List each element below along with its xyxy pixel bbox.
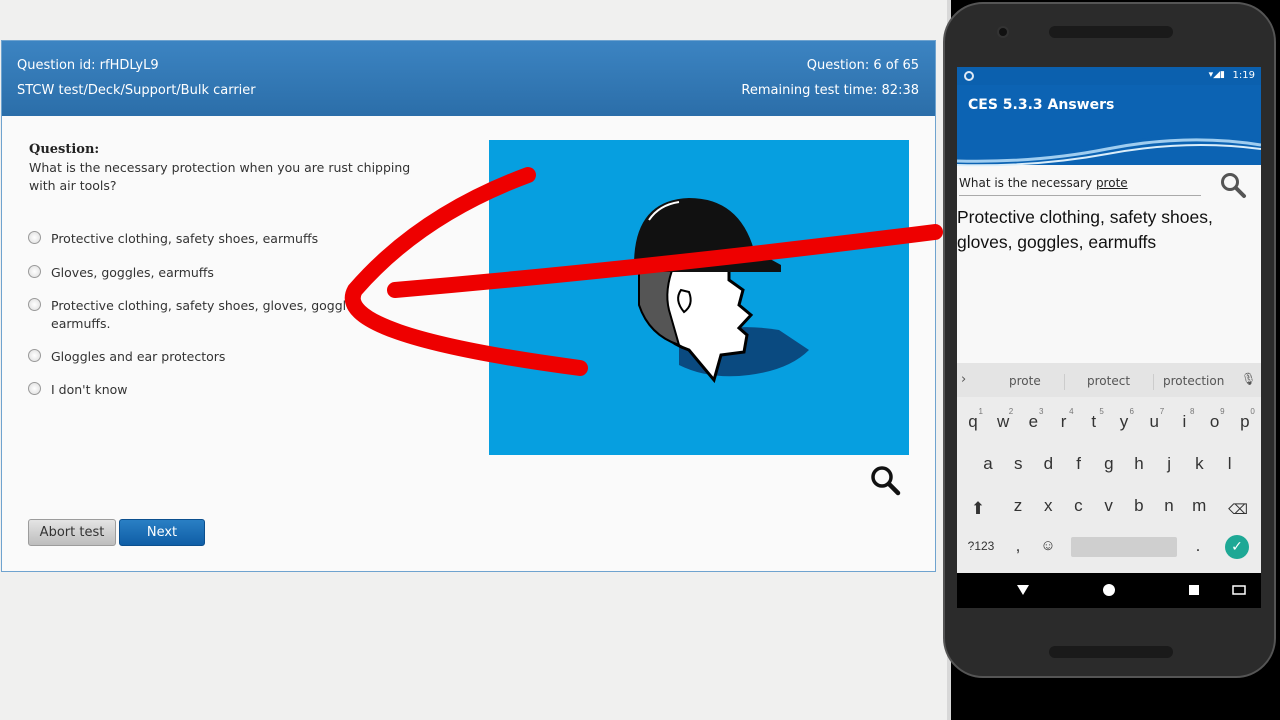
option-label: Gloggles and ear protectors — [51, 349, 226, 364]
key-hint: 7 — [1159, 407, 1165, 416]
test-panel: Question id: rfHDLyL9 STCW test/Deck/Sup… — [1, 40, 936, 572]
key-hint: 9 — [1220, 407, 1225, 416]
zoom-icon[interactable] — [868, 463, 902, 497]
space-bar[interactable] — [1071, 537, 1177, 557]
search-text-composing: prote — [1095, 176, 1128, 190]
soft-keyboard: › prote protect protection 🎙 q1w2e3r4t5y… — [957, 363, 1261, 573]
home-icon[interactable] — [1103, 584, 1115, 596]
question-text: What is the necessary protection when yo… — [29, 160, 411, 193]
header-wave — [957, 127, 1261, 167]
emoji-icon[interactable]: ☺ — [1035, 529, 1061, 563]
key-o[interactable]: o9 — [1202, 405, 1228, 439]
search-text: What is the necessary — [959, 176, 1096, 190]
key-hint: 8 — [1189, 407, 1195, 416]
key-k[interactable]: k — [1186, 447, 1212, 481]
key-g[interactable]: g — [1096, 447, 1122, 481]
period-key[interactable]: . — [1185, 529, 1211, 563]
remaining-time: Remaining test time: 82:38 — [741, 83, 919, 98]
top-speaker — [1049, 26, 1173, 38]
key-u[interactable]: u7 — [1141, 405, 1167, 439]
abort-test-button[interactable]: Abort test — [28, 519, 116, 546]
question-picture — [489, 140, 909, 455]
key-hint: 4 — [1069, 407, 1074, 416]
key-i[interactable]: i8 — [1171, 405, 1197, 439]
test-path: STCW test/Deck/Support/Bulk carrier — [17, 83, 256, 98]
enter-check-icon[interactable]: ✓ — [1225, 535, 1249, 559]
question-label: Question: — [29, 142, 100, 157]
option-label: I don't know — [51, 382, 128, 397]
recents-icon[interactable] — [1189, 585, 1199, 595]
key-s[interactable]: s — [1005, 447, 1031, 481]
option-label: Protective clothing, safety shoes, glove… — [51, 298, 365, 331]
option-label: Gloves, goggles, earmuffs — [51, 265, 214, 280]
question-counter: Question: 6 of 65 — [806, 58, 919, 73]
radio-button[interactable] — [28, 265, 41, 278]
key-x[interactable]: x — [1035, 489, 1061, 523]
key-t[interactable]: t5 — [1081, 405, 1107, 439]
key-p[interactable]: p0 — [1232, 405, 1258, 439]
key-j[interactable]: j — [1156, 447, 1182, 481]
radio-button[interactable] — [28, 231, 41, 244]
radio-button[interactable] — [28, 382, 41, 395]
status-bar: ▾◢▮ 1:19 — [957, 67, 1261, 85]
keyboard-icon[interactable] — [1232, 585, 1246, 595]
signal-battery-icon: ▾◢▮ — [1208, 70, 1225, 80]
key-hint: 2 — [1008, 407, 1014, 416]
key-z[interactable]: z — [1005, 489, 1031, 523]
key-l[interactable]: l — [1217, 447, 1243, 481]
key-r[interactable]: r4 — [1051, 405, 1077, 439]
key-hint: 5 — [1099, 407, 1104, 416]
suggestion[interactable]: protect — [1087, 374, 1130, 388]
key-b[interactable]: b — [1126, 489, 1152, 523]
comma-key[interactable]: , — [1005, 529, 1031, 563]
suggestion-strip: › prote protect protection 🎙 — [957, 363, 1261, 397]
key-f[interactable]: f — [1066, 447, 1092, 481]
search-input[interactable]: What is the necessary prote — [959, 176, 1201, 196]
test-header: Question id: rfHDLyL9 STCW test/Deck/Sup… — [2, 41, 935, 116]
nav-bar — [957, 573, 1261, 608]
key-v[interactable]: v — [1096, 489, 1122, 523]
key-hint: 6 — [1129, 407, 1134, 416]
key-a[interactable]: a — [975, 447, 1001, 481]
backspace-icon[interactable]: ⌫ — [1225, 492, 1251, 526]
notification-icon — [964, 71, 974, 81]
key-hint: 0 — [1250, 407, 1255, 416]
key-q[interactable]: q1 — [960, 405, 986, 439]
option-label: Protective clothing, safety shoes, earmu… — [51, 231, 319, 246]
phone-screen: ▾◢▮ 1:19 CES 5.3.3 Answers What is the n… — [957, 67, 1261, 608]
hard-hat-head-illustration — [634, 198, 809, 384]
key-hint: 1 — [978, 407, 983, 416]
key-e[interactable]: e3 — [1020, 405, 1046, 439]
key-c[interactable]: c — [1065, 489, 1091, 523]
suggestion[interactable]: prote — [1009, 374, 1041, 388]
microphone-icon[interactable]: 🎙 — [1241, 372, 1256, 386]
radio-button[interactable] — [28, 349, 41, 362]
bottom-speaker — [1049, 646, 1173, 658]
suggestion[interactable]: protection — [1163, 374, 1224, 388]
key-m[interactable]: m — [1186, 489, 1212, 523]
key-d[interactable]: d — [1035, 447, 1061, 481]
answer-text: Protective clothing, safety shoes, glove… — [957, 207, 1213, 252]
key-hint: 3 — [1038, 407, 1044, 416]
radio-button[interactable] — [28, 298, 41, 311]
front-camera — [997, 26, 1009, 38]
key-y[interactable]: y6 — [1111, 405, 1137, 439]
status-time: 1:19 — [1232, 70, 1255, 81]
symbols-key[interactable]: ?123 — [963, 529, 999, 563]
key-w[interactable]: w2 — [990, 405, 1016, 439]
app-title: CES 5.3.3 Answers — [968, 97, 1115, 113]
chevron-right-icon[interactable]: › — [961, 372, 966, 387]
shift-icon[interactable]: ⬆ — [965, 492, 991, 526]
next-button[interactable]: Next — [119, 519, 205, 546]
back-icon[interactable] — [1017, 585, 1029, 595]
key-h[interactable]: h — [1126, 447, 1152, 481]
search-icon[interactable] — [1219, 171, 1247, 199]
key-n[interactable]: n — [1156, 489, 1182, 523]
question-id: Question id: rfHDLyL9 — [17, 58, 159, 73]
